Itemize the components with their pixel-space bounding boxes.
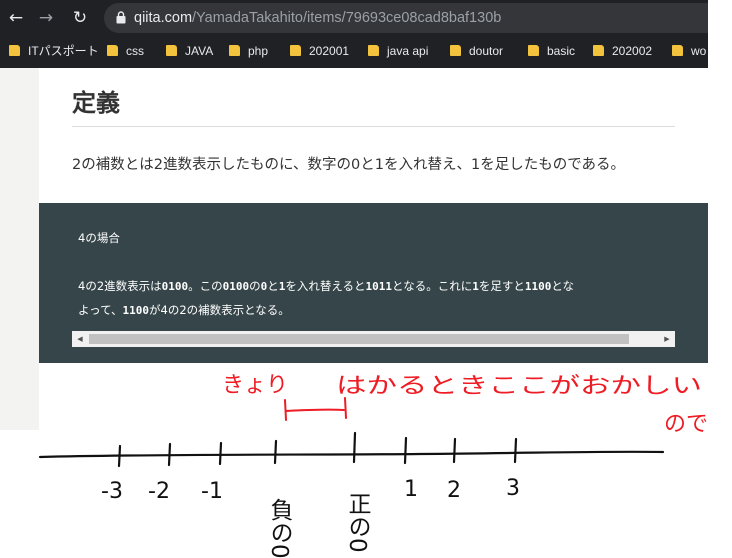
number-line	[38, 450, 665, 459]
svg-text:-3: -3	[101, 479, 123, 504]
svg-text:負の0: 負の0	[266, 498, 293, 558]
handwritten-annotations: -3 -2 -1 1 2 3 負の0 正の0 きょり はかるときここがおかしい …	[38, 373, 708, 558]
svg-text:-2: -2	[148, 479, 170, 504]
svg-text:正の0: 正の0	[344, 492, 371, 553]
number-line-ticks	[117, 431, 518, 468]
svg-text:-1: -1	[201, 479, 223, 504]
svg-text:2: 2	[447, 478, 461, 503]
svg-text:はかるときここがおかしい: はかるときここがおかしい	[336, 374, 702, 399]
svg-text:3: 3	[506, 476, 520, 501]
red-notes: きょり はかるときここがおかしい ので	[222, 373, 708, 437]
svg-text:ので: ので	[664, 412, 708, 437]
svg-text:1: 1	[404, 477, 418, 502]
distance-bracket	[284, 397, 347, 421]
number-line-labels: -3 -2 -1 1 2 3 負の0 正の0	[101, 476, 520, 558]
svg-text:きょり: きょり	[222, 373, 288, 398]
